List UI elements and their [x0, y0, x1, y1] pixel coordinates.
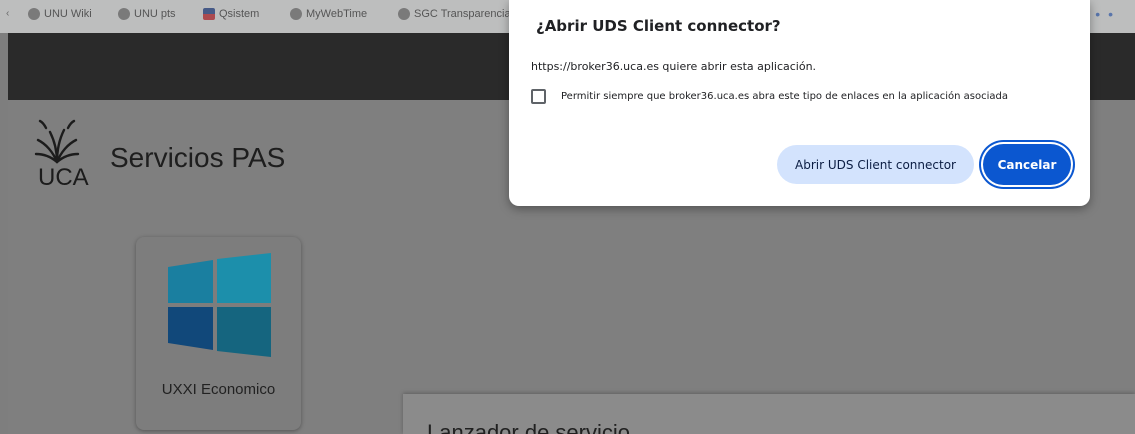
- tile-label: UXXI Economico: [161, 381, 276, 398]
- globe-icon: [118, 8, 130, 20]
- globe-icon: [28, 8, 40, 20]
- always-allow-checkbox[interactable]: [531, 89, 546, 104]
- open-app-button[interactable]: Abrir UDS Client connector: [777, 145, 974, 184]
- service-tile[interactable]: UXXI Economico: [136, 237, 301, 430]
- bookmark-item[interactable]: Qsistem: [203, 8, 259, 20]
- bookmark-label: Qsistem: [219, 8, 260, 20]
- always-allow-label[interactable]: Permitir siempre que broker36.uca.es abr…: [561, 91, 1008, 102]
- dialog-message: https://broker36.uca.es quiere abrir est…: [531, 60, 817, 73]
- flag-icon: [203, 8, 215, 20]
- launcher-panel: Lanzador de servicio: [403, 394, 1135, 434]
- bookmark-label: UNU Wiki: [44, 8, 92, 20]
- bookmark-item[interactable]: SGC Transparencia: [398, 8, 511, 20]
- globe-icon: [398, 8, 410, 20]
- open-app-dialog: ¿Abrir UDS Client connector? https://bro…: [509, 0, 1090, 206]
- bookmark-label: SGC Transparencia: [414, 8, 511, 20]
- bookmark-item[interactable]: UNU pts: [118, 8, 176, 20]
- windows-icon: [168, 253, 271, 357]
- cancel-button[interactable]: Cancelar: [983, 144, 1071, 185]
- clock-icon: [290, 8, 302, 20]
- always-allow-row[interactable]: Permitir siempre que broker36.uca.es abr…: [531, 89, 1008, 104]
- wheat-logo-icon: [34, 119, 80, 164]
- bookmark-label: MyWebTime: [306, 8, 368, 20]
- bookmark-item[interactable]: MyWebTime: [290, 8, 367, 20]
- bookmark-item[interactable]: ‹: [6, 8, 9, 19]
- uca-logo[interactable]: UCA: [34, 118, 92, 202]
- launcher-title: Lanzador de servicio: [427, 420, 631, 434]
- chevron-icon: ‹: [6, 8, 10, 19]
- page-title: Servicios PAS: [110, 142, 286, 173]
- dialog-title: ¿Abrir UDS Client connector?: [536, 17, 781, 35]
- bookmark-label: UNU pts: [134, 8, 176, 20]
- logo-text: UCA: [38, 164, 89, 191]
- more-bookmarks-icon[interactable]: • •: [1095, 6, 1115, 22]
- bookmark-item[interactable]: UNU Wiki: [28, 8, 92, 20]
